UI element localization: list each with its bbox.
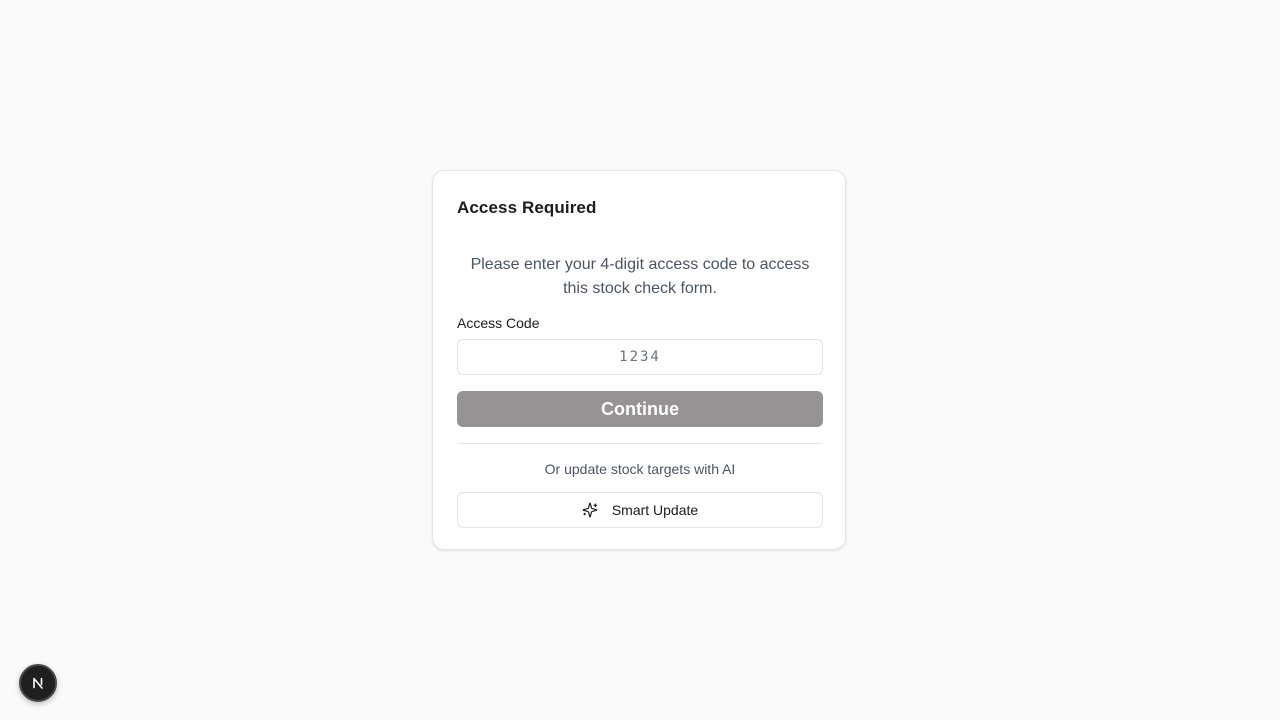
card-description: Please enter your 4-digit access code to… (470, 256, 810, 297)
nextjs-logo-icon (33, 677, 43, 689)
card-title: Access Required (457, 198, 597, 217)
continue-button[interactable]: Continue (457, 391, 823, 427)
access-card: Access Required Please enter your 4-digi… (432, 170, 846, 550)
nextjs-dev-badge[interactable] (19, 664, 57, 702)
smart-update-button[interactable]: Smart Update (457, 492, 823, 528)
smart-update-label: Smart Update (611, 502, 699, 518)
sparkles-icon (582, 502, 598, 518)
access-code-input[interactable] (457, 339, 823, 375)
divider (457, 443, 823, 444)
access-code-label: Access Code (457, 315, 540, 331)
ai-update-prompt: Or update stock targets with AI (544, 461, 736, 477)
page: Access Required Please enter your 4-digi… (0, 0, 1280, 720)
